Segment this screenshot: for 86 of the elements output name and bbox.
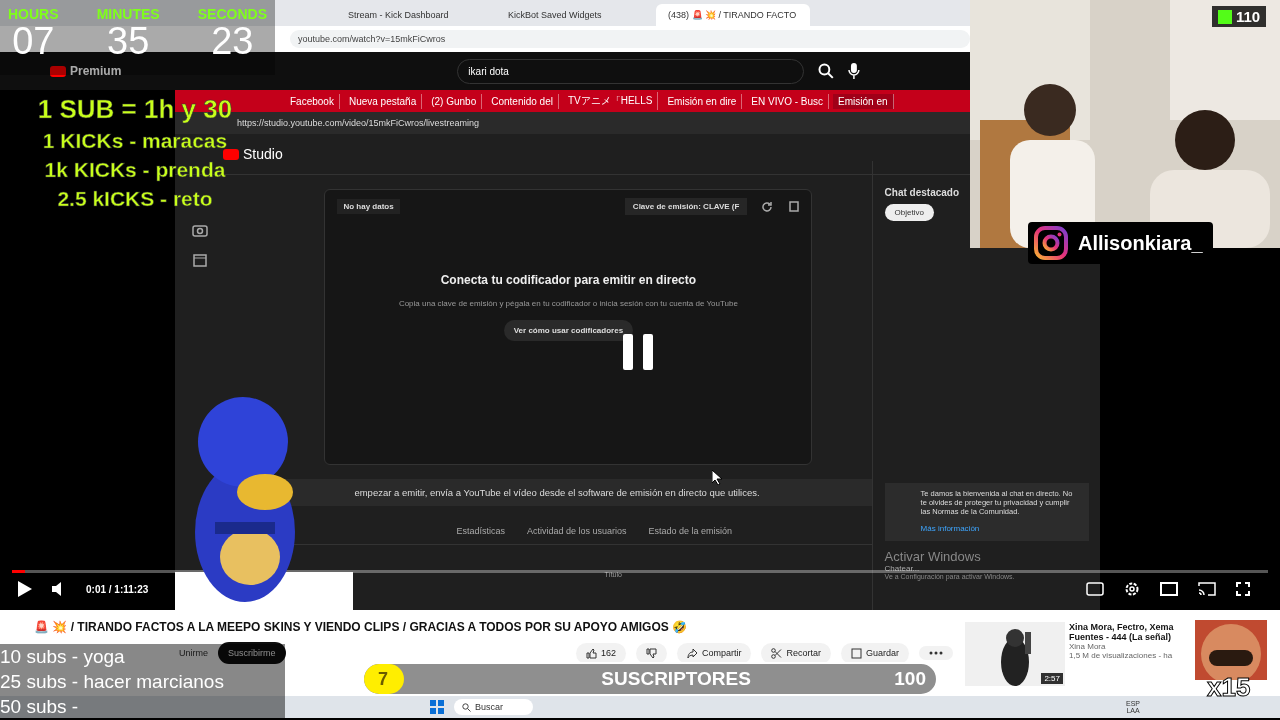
pause-icon[interactable]	[623, 334, 653, 370]
channel-name[interactable]: Xina Mora	[1069, 642, 1106, 651]
kick-logo-icon	[1218, 9, 1232, 24]
address-bar[interactable]: https://studio.youtube.com/video/15mkFiCwros/livestreaming	[237, 118, 480, 128]
settings-icon[interactable]	[1124, 581, 1140, 597]
goal-text: 50 subs -	[0, 695, 79, 719]
progress-track[interactable]	[12, 570, 1268, 573]
timer-label: SECONDS	[197, 5, 267, 22]
timer-value: 23	[211, 22, 254, 60]
duration-badge: 2:57	[1041, 673, 1063, 684]
browser-tab[interactable]: Nueva pestaña	[343, 93, 423, 109]
share-icon	[686, 647, 698, 659]
multiplier-text: x15	[1207, 672, 1251, 703]
timer-value: 07	[12, 22, 55, 60]
clip-button[interactable]: Recortar	[761, 642, 831, 664]
browser-tab[interactable]: TVアニメ「HELLS	[562, 92, 659, 110]
taskbar-search[interactable]: Buscar	[454, 699, 533, 715]
browser-tab[interactable]: Facebook	[285, 93, 340, 109]
browser-tab[interactable]: Emisión en dire	[662, 93, 743, 109]
address-bar[interactable]: youtube.com/watch?v=15mkFiCwros	[290, 30, 970, 48]
windows-icon[interactable]	[430, 700, 444, 714]
browser-tab[interactable]: Emisión en	[833, 93, 894, 109]
kick-count: 110	[1236, 8, 1261, 25]
video-title[interactable]: Fuentes - 444 (La señal)	[1069, 632, 1172, 642]
thumbs-up-icon	[585, 647, 597, 659]
studio-tab[interactable]: Estado de la emisión	[648, 526, 733, 536]
save-button[interactable]: Guardar	[840, 642, 909, 664]
preview-description: Copia una clave de emisión y pégala en tu codificador o inicia sesión con tu cuenta de YouTube	[398, 299, 738, 308]
goal-label: SUSCRIPTORES	[600, 668, 752, 690]
save-icon	[850, 647, 862, 659]
goal-button[interactable]: Objetivo	[884, 204, 934, 221]
more-icon	[929, 651, 943, 655]
browser-tab[interactable]: KickBot Saved Widgets	[496, 4, 650, 26]
stream-key-dropdown[interactable]: Clave de emisión: CLAVE (F	[624, 198, 748, 215]
view-count: 1,5 M de visualizaciones - ha	[1069, 651, 1173, 660]
rule-text: 1 KICKs - maracas	[42, 128, 228, 154]
copy-icon[interactable]	[787, 200, 800, 213]
theater-icon[interactable]	[1160, 582, 1178, 596]
goal-text: 10 subs - yoga	[0, 645, 125, 669]
fullscreen-icon[interactable]	[1236, 582, 1250, 596]
cursor-icon	[712, 470, 722, 485]
studio-tab[interactable]: Actividad de los usuarios	[526, 526, 627, 536]
youtube-logo[interactable]: Premium	[50, 64, 122, 78]
search-icon	[462, 702, 471, 712]
chat-title: Chat destacado	[884, 186, 961, 198]
like-button[interactable]: 162	[575, 642, 626, 664]
microphone-icon[interactable]	[848, 63, 860, 79]
camera-icon[interactable]	[191, 223, 208, 237]
share-button[interactable]: Compartir	[676, 642, 752, 664]
more-info-link[interactable]: Más información	[920, 524, 1081, 533]
browser-tab[interactable]: EN VIVO - Busc	[746, 93, 830, 109]
browser-tab[interactable]: Stream - Kick Dashboard	[336, 4, 490, 26]
captions-icon[interactable]	[1086, 582, 1104, 596]
time-display: 0:01 / 1:11:23	[86, 583, 149, 595]
scissors-icon	[771, 647, 783, 659]
goal-text: 25 subs - hacer marcianos	[0, 670, 224, 694]
video-title: 🚨 💥 / TIRANDO FACTOS A LA MEEPO SKINS Y VIENDO CLIPS / GRACIAS A TODOS POR SU APOYO AMIGOS 🤣	[34, 619, 689, 634]
rule-text: 2.5 kICKS - reto	[57, 186, 213, 212]
goal-target: 100	[894, 668, 926, 690]
goal-current: 7	[378, 668, 389, 690]
dislike-button[interactable]	[635, 642, 667, 664]
play-icon[interactable]	[18, 581, 32, 597]
subscribe-button[interactable]: Suscribirme	[218, 642, 286, 664]
chat-input[interactable]: Chatear...	[884, 564, 1100, 573]
search-icon[interactable]	[818, 63, 835, 79]
browser-tab[interactable]: Contenido del	[486, 93, 559, 109]
status-chip: No hay datos	[337, 199, 400, 214]
video-title[interactable]: Xina Mora, Fectro, Xema	[1069, 622, 1174, 632]
help-button[interactable]: Ver cómo usar codificadores	[503, 320, 634, 341]
thumbs-down-icon	[645, 647, 657, 659]
activation-notice: Activar Windows	[884, 549, 982, 564]
more-button[interactable]	[919, 646, 953, 660]
join-link[interactable]: Unirme	[179, 648, 208, 658]
timer-label: HOURS	[8, 5, 59, 22]
timer-value: 35	[107, 22, 150, 60]
browser-tab[interactable]: (2) Gunbo	[426, 93, 483, 109]
timer-label: MINUTES	[96, 5, 160, 22]
preview-heading: Conecta tu codificador para emitir en directo	[440, 273, 697, 287]
browser-tab[interactable]: (438) 🚨 💥 / TIRANDO FACTO	[656, 4, 810, 26]
instagram-icon	[1034, 226, 1068, 260]
rule-text: 1k KICKs - prenda	[44, 157, 226, 183]
instagram-handle: Allisonkiara_	[1078, 231, 1203, 255]
cast-icon[interactable]	[1198, 582, 1216, 596]
calendar-icon[interactable]	[192, 253, 207, 267]
refresh-icon[interactable]	[761, 200, 774, 213]
studio-tab[interactable]: Estadísticas	[456, 526, 505, 536]
